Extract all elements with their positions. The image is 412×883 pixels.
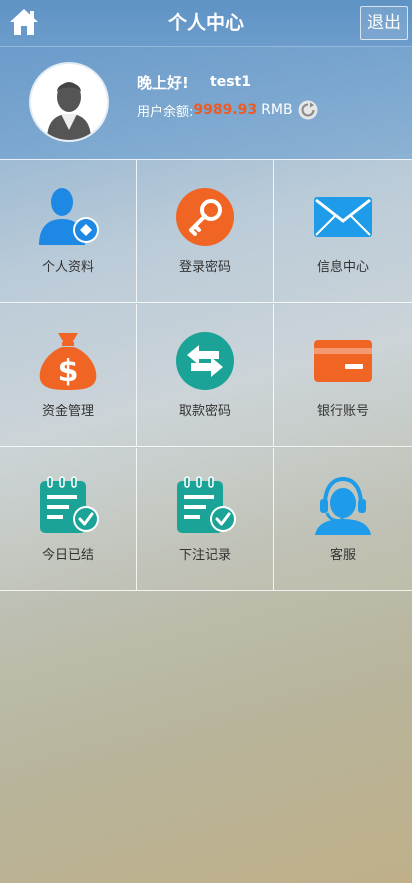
menu-item-bank-account[interactable]: 银行账号 [274,304,412,447]
username: test1 [210,74,251,90]
key-icon [176,188,234,246]
menu-item-settled-today[interactable]: 今日已结 [0,448,137,591]
menu-item-label: 下注记录 [178,548,231,563]
menu-item-profile[interactable]: 个人资料 [0,160,137,303]
top-bar: 个人中心 退出 [0,0,412,47]
balance-label: 用户余额: [137,104,194,120]
menu-item-label: 信息中心 [316,260,369,275]
menu-item-messages[interactable]: 信息中心 [274,160,412,303]
greeting-text: 晚上好! [137,74,189,92]
menu-item-label: 个人资料 [41,260,94,275]
menu-item-funds[interactable]: $ 资金管理 [0,304,137,447]
menu-item-bet-records[interactable]: 下注记录 [137,448,274,591]
transfer-arrows-icon [176,332,234,390]
menu-item-label: 资金管理 [41,404,94,419]
avatar-person-icon [31,64,107,140]
balance-row: 用户余额: 9989.93 RMB [137,100,318,120]
bank-card-icon [314,340,372,382]
page-title: 个人中心 [167,12,244,34]
menu-item-label: 登录密码 [178,260,231,275]
customer-service-icon [315,476,371,535]
logout-button[interactable]: 退出 [360,6,408,40]
svg-text:$: $ [58,354,79,389]
menu-item-customer-service[interactable]: 客服 [274,448,412,591]
currency-label: RMB [261,102,293,118]
avatar[interactable] [31,64,107,140]
menu-item-login-password[interactable]: 登录密码 [137,160,274,303]
menu-item-label: 银行账号 [316,404,369,419]
menu-item-withdraw-password[interactable]: 取款密码 [137,304,274,447]
envelope-icon [314,197,372,237]
money-bag-icon: $ [39,333,97,390]
refresh-icon[interactable] [298,100,318,120]
user-profile-icon [39,188,99,245]
clipboard-check-icon [177,476,236,533]
clipboard-check-icon [40,476,99,533]
balance-value: 9989.93 [193,102,258,118]
menu-item-label: 今日已结 [41,548,94,563]
menu-item-label: 取款密码 [178,404,231,419]
menu-item-label: 客服 [329,548,356,563]
menu-grid: 个人资料 登录密码 信息中心 $ 资金管理 取款密码 银行账号 今日已结 下注记… [0,159,412,592]
profile-panel: 晚上好! test1 用户余额: 9989.93 RMB [0,47,412,159]
